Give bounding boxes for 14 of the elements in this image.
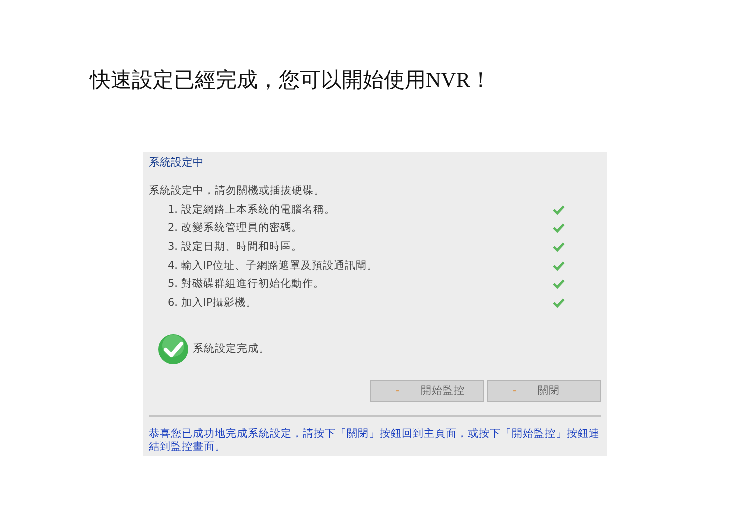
step-label: 3. 設定日期、時間和時區。 (168, 240, 302, 254)
page-heading: 快速設定已經完成，您可以開始使用NVR！ (90, 67, 492, 94)
step-label: 1. 設定網路上本系統的電腦名稱。 (168, 202, 336, 217)
step-label: 6. 加入IP攝影機。 (168, 296, 257, 310)
panel-title: 系統設定中 (149, 155, 205, 171)
status-text: 系統設定完成。 (193, 342, 270, 356)
intro-text: 系統設定中，請勿關機或插拔硬碟。 (149, 184, 325, 198)
action-button[interactable]: - 開始監控 (370, 380, 484, 402)
success-check-icon (158, 334, 189, 365)
action-button[interactable]: - 關閉 (487, 380, 601, 402)
step-label: 5. 對磁碟群組進行初始化動作。 (168, 277, 324, 292)
step-label: 2. 改變系統管理員的密碼。 (168, 221, 302, 236)
step-label: 4. 輸入IP位址、子網路遮罩及預設通訊閘。 (168, 258, 378, 273)
footer-message: 恭喜您已成功地完成系統設定，請按下「關閉」按鈕回到主頁面，或按下「開始監控」按鈕連結到監控畫面。 (149, 427, 601, 454)
